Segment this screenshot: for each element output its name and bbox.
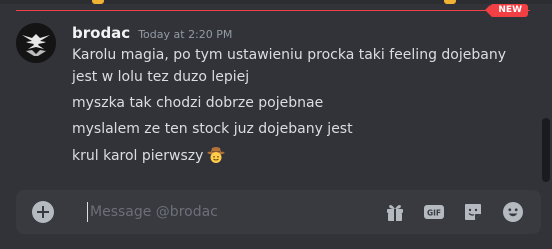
- emoji-icon[interactable]: [502, 201, 524, 223]
- unread-marker: [444, 0, 456, 4]
- new-messages-divider: [16, 10, 530, 11]
- avatar-image: [16, 23, 56, 63]
- new-badge: NEW: [485, 4, 528, 17]
- unread-marker: [92, 0, 104, 4]
- cowboy-face-icon[interactable]: [206, 144, 226, 164]
- gif-icon[interactable]: GIF: [423, 201, 445, 223]
- text-caret: [87, 202, 88, 222]
- message-body: brodac Today at 2:20 PM Karolu magia, po…: [72, 22, 532, 167]
- avatar[interactable]: [16, 23, 56, 63]
- svg-text:GIF: GIF: [427, 209, 441, 218]
- message-line: Karolu magia, po tym ustawieniu procka t…: [72, 47, 506, 85]
- message-line: myszka tak chodzi dobrze pojebnae: [72, 95, 324, 111]
- plus-circle-icon[interactable]: [32, 201, 54, 223]
- scrollbar-thumb[interactable]: [542, 118, 550, 182]
- username[interactable]: brodac: [72, 22, 130, 44]
- message-line: krul karol pierwszy: [72, 144, 532, 167]
- gift-icon[interactable]: [384, 201, 406, 223]
- message-line-text: krul karol pierwszy: [72, 148, 204, 164]
- message-line: myslalem ze ten stock juz dojebany jest: [72, 121, 353, 137]
- top-strip: [0, 0, 552, 4]
- message-input[interactable]: [90, 202, 380, 222]
- sticker-icon[interactable]: [462, 201, 484, 223]
- timestamp[interactable]: Today at 2:20 PM: [138, 24, 232, 46]
- message-header: brodac Today at 2:20 PM: [72, 22, 532, 44]
- message-composer: GIF: [16, 190, 541, 234]
